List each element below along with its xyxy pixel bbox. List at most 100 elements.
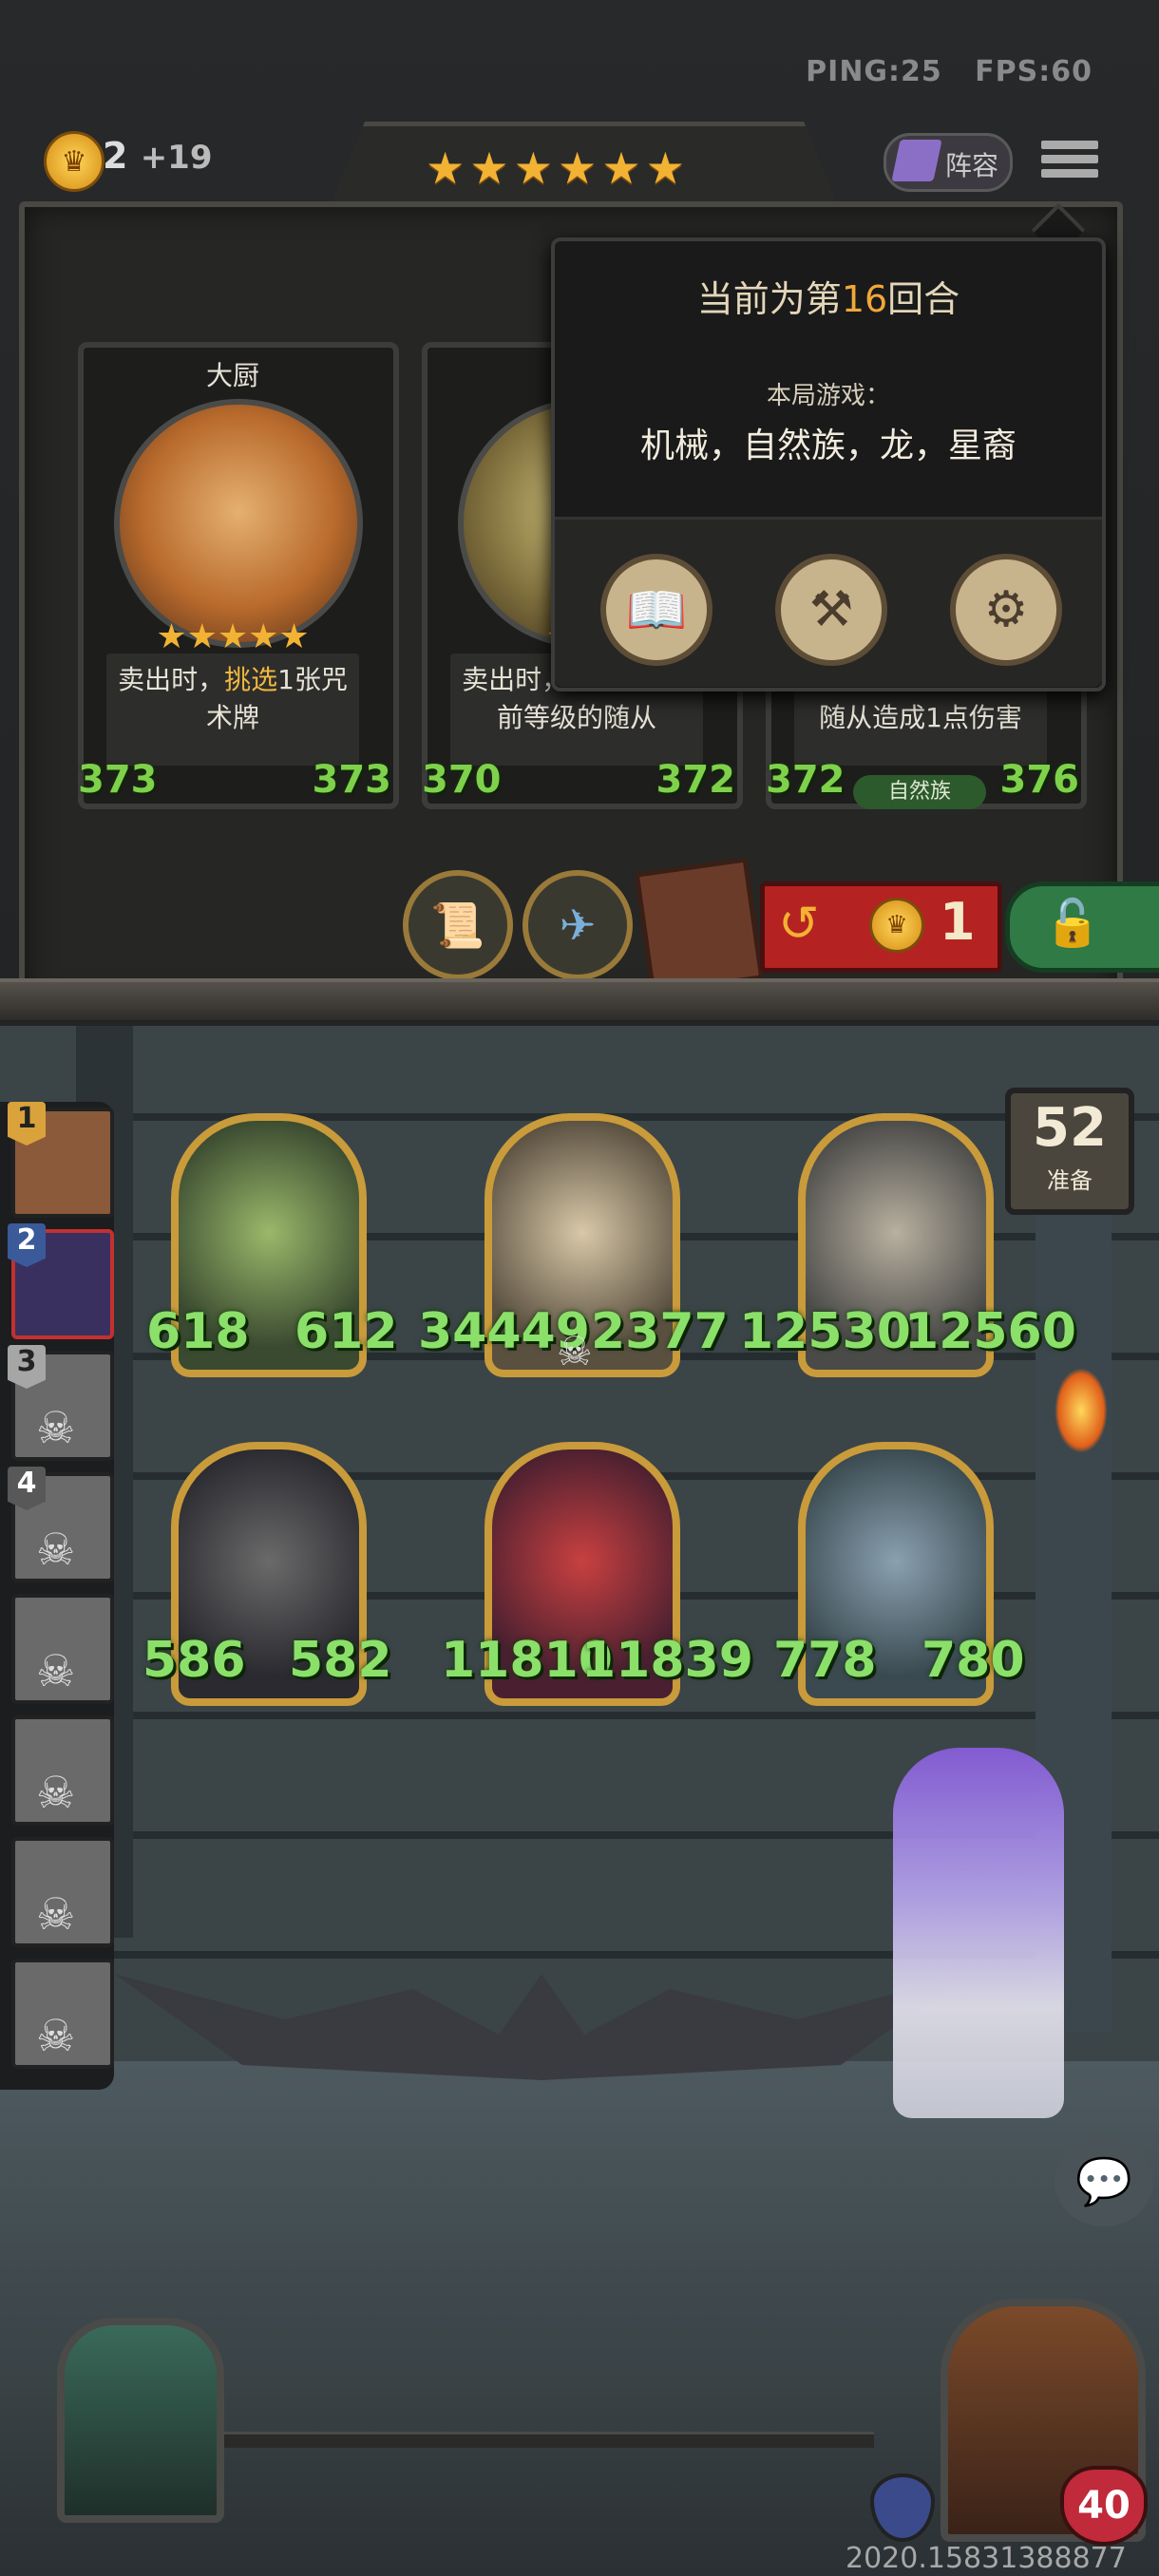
popup-actions: 📖 ⚒ ⚙ bbox=[555, 517, 1102, 687]
star-icon: ★ bbox=[469, 142, 509, 194]
board-minion[interactable]: 34449 2377 ☠ bbox=[418, 1113, 729, 1377]
upgrade-button[interactable]: ✈ bbox=[522, 870, 633, 980]
ping-readout: PING:25 bbox=[806, 55, 942, 88]
minion-health: 2377 bbox=[591, 1303, 729, 1360]
player-avatar[interactable]: 2 bbox=[8, 1223, 114, 1339]
settings-button[interactable]: ⚙ bbox=[950, 554, 1062, 666]
player-rank: 2 bbox=[8, 1223, 46, 1267]
refresh-button[interactable]: ↺ ♛ 1 bbox=[760, 881, 1002, 973]
minion-health: 11839 bbox=[581, 1632, 753, 1689]
refresh-cost: 1 bbox=[940, 892, 976, 952]
card-description: 卖出时，挑选1张咒术牌 bbox=[106, 653, 359, 766]
menu-button[interactable] bbox=[1041, 135, 1098, 188]
scroll-icon: 📜 bbox=[430, 899, 485, 951]
skull-icon: ☠ bbox=[557, 1328, 593, 1374]
star-icon: ★ bbox=[645, 142, 685, 194]
timer-value: 52 bbox=[1033, 1097, 1107, 1159]
discover-portal[interactable] bbox=[57, 2318, 224, 2523]
skull-icon: ☠ bbox=[36, 2010, 76, 2061]
round-info: 当前为第16回合 bbox=[696, 278, 960, 320]
lineup-button[interactable]: 阵容 bbox=[884, 133, 1013, 192]
refresh-icon: ↺ bbox=[778, 896, 820, 953]
board-minion[interactable]: 618 612 bbox=[146, 1113, 398, 1377]
card-attack: 373 bbox=[78, 758, 158, 802]
hammer-icon: ⚒ bbox=[808, 581, 854, 638]
user-id: 2020.15831388877 bbox=[846, 2542, 1127, 2575]
chat-button[interactable]: 💬 bbox=[1054, 2137, 1153, 2226]
anvil-icon: ✈ bbox=[559, 900, 597, 951]
gold-value: 2 bbox=[103, 135, 128, 177]
minion-health: 780 bbox=[922, 1632, 1025, 1689]
round-number: 16 bbox=[841, 278, 888, 320]
lineup-label: 阵容 bbox=[945, 150, 999, 181]
tavern-stars: ★ ★ ★ ★ ★ ★ bbox=[426, 142, 685, 194]
board-minion[interactable]: 778 780 bbox=[773, 1442, 1025, 1706]
hero-health: 40 bbox=[1060, 2466, 1148, 2546]
gold-coin-icon: ♛ bbox=[44, 131, 104, 192]
player-avatar[interactable]: ☠ bbox=[11, 1594, 114, 1704]
game-tribes: 机械，自然族，龙，星裔 bbox=[639, 426, 1016, 465]
star-icon: ★ bbox=[426, 142, 466, 194]
skull-icon: ☠ bbox=[36, 1402, 76, 1453]
player-rank: 3 bbox=[8, 1345, 46, 1389]
star-icon: ★ bbox=[558, 142, 598, 194]
freeze-button[interactable]: 🔓 bbox=[1005, 881, 1159, 973]
player-avatar[interactable]: 4 ☠ bbox=[8, 1467, 114, 1582]
lineup-icon bbox=[891, 140, 942, 181]
card-health: 376 bbox=[999, 758, 1080, 802]
card-health: 373 bbox=[312, 758, 392, 802]
fps-readout: FPS:60 bbox=[975, 55, 1092, 88]
minion-health: 612 bbox=[294, 1303, 398, 1360]
minion-attack: 12530 bbox=[739, 1303, 911, 1360]
card-stars: ★★★★★ bbox=[156, 617, 310, 656]
skull-icon: ☠ bbox=[36, 1524, 76, 1575]
skull-icon: ☠ bbox=[36, 1767, 76, 1818]
player-avatar[interactable]: 1 bbox=[8, 1102, 114, 1218]
hero-character bbox=[893, 1748, 1064, 2118]
book-icon: 📖 bbox=[625, 581, 688, 639]
game-tribes-label: 本局游戏： bbox=[766, 382, 890, 410]
codex-button[interactable]: 📖 bbox=[600, 554, 712, 666]
minion-attack: 586 bbox=[142, 1632, 246, 1689]
card-title: 大厨 bbox=[205, 360, 259, 391]
minion-attack: 618 bbox=[146, 1303, 250, 1360]
board-minion[interactable]: 12530 12560 bbox=[739, 1113, 1076, 1377]
star-icon: ★ bbox=[601, 142, 641, 194]
card-health: 372 bbox=[656, 758, 736, 802]
network-status: PING:25 FPS:60 bbox=[806, 55, 1092, 88]
minion-health: 12560 bbox=[904, 1303, 1076, 1360]
game-info-popup: 当前为第16回合 本局游戏： 机械，自然族，龙，星裔 📖 ⚒ ⚙ bbox=[551, 237, 1106, 691]
board-edge bbox=[0, 978, 1159, 1020]
gold-coin-icon: ♛ bbox=[869, 898, 924, 953]
board-minion[interactable]: 586 582 bbox=[142, 1442, 392, 1706]
minion-health: 582 bbox=[289, 1632, 392, 1689]
skull-icon: ☠ bbox=[36, 1645, 76, 1696]
card-attack: 372 bbox=[766, 758, 846, 802]
turn-timer: 52 准备 bbox=[1005, 1088, 1134, 1215]
player-avatar[interactable]: ☠ bbox=[11, 1715, 114, 1826]
menu-icon bbox=[1041, 141, 1098, 149]
player-list: 1 2 3 ☠ 4 ☠ ☠ ☠ ☠ ☠ bbox=[0, 1102, 114, 2090]
player-rank: 1 bbox=[8, 1102, 46, 1146]
card-tribe-tag: 自然族 bbox=[853, 775, 986, 809]
lock-icon: 🔓 bbox=[1044, 897, 1101, 950]
shop-card[interactable]: 大厨 ★★★★★ 卖出时，挑选1张咒术牌 373 373 bbox=[78, 342, 399, 817]
chat-icon: 💬 bbox=[1075, 2155, 1132, 2208]
card-art bbox=[114, 399, 363, 648]
player-avatar[interactable]: 3 ☠ bbox=[8, 1345, 114, 1461]
build-button[interactable]: ⚒ bbox=[775, 554, 887, 666]
gear-icon: ⚙ bbox=[983, 581, 1029, 638]
timer-label: 准备 bbox=[1047, 1167, 1092, 1194]
board-minion[interactable]: 11810 11839 bbox=[441, 1442, 753, 1706]
spell-button[interactable]: 📜 bbox=[403, 870, 513, 980]
player-rank: 4 bbox=[8, 1467, 46, 1510]
minion-attack: 778 bbox=[773, 1632, 877, 1689]
skull-icon: ☠ bbox=[36, 1888, 76, 1940]
player-avatar[interactable]: ☠ bbox=[11, 1959, 114, 2069]
chain-decoration bbox=[190, 2432, 874, 2448]
player-avatar[interactable]: ☠ bbox=[11, 1837, 114, 1947]
spellbook-button[interactable] bbox=[634, 857, 765, 995]
gold-income: +19 bbox=[140, 139, 213, 177]
torch-icon bbox=[1054, 1368, 1108, 1453]
card-attack: 370 bbox=[422, 758, 502, 802]
